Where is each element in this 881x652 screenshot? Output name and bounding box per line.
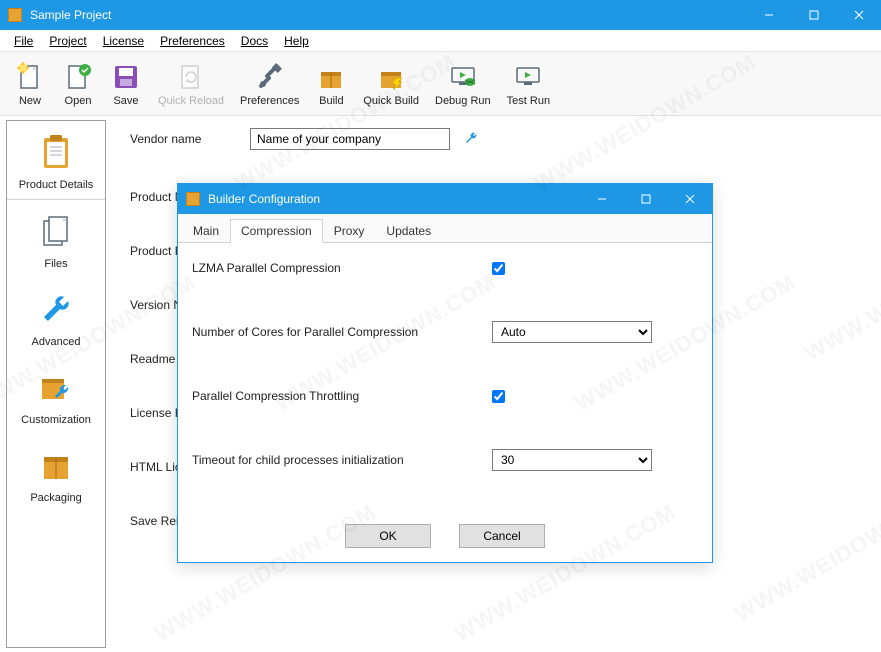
dialog-footer: OK Cancel: [178, 514, 712, 562]
timeout-row: Timeout for child processes initializati…: [192, 449, 698, 471]
window-title: Sample Project: [30, 8, 746, 22]
menu-license[interactable]: License: [95, 32, 152, 50]
build-label: Build: [319, 95, 343, 107]
app-icon: [8, 8, 22, 22]
sidebar-label: Files: [44, 258, 67, 270]
cores-row: Number of Cores for Parallel Compression…: [192, 321, 698, 343]
ok-button[interactable]: OK: [345, 524, 431, 548]
quick-build-icon: [375, 61, 407, 93]
lzma-label: LZMA Parallel Compression: [192, 261, 492, 275]
build-icon: [315, 61, 347, 93]
dialog-close-button[interactable]: [668, 184, 712, 214]
open-label: Open: [65, 95, 92, 107]
quick-reload-label: Quick Reload: [158, 95, 224, 107]
tab-updates[interactable]: Updates: [375, 219, 442, 243]
cores-select[interactable]: Auto: [492, 321, 652, 343]
tab-compression[interactable]: Compression: [230, 219, 323, 243]
builder-config-dialog: Builder Configuration Main Compression P…: [177, 183, 713, 563]
open-icon: [62, 61, 94, 93]
lzma-checkbox[interactable]: [492, 262, 505, 275]
sidebar-item-files[interactable]: Files: [7, 200, 105, 278]
close-button[interactable]: [836, 0, 881, 30]
sidebar-label: Advanced: [32, 336, 81, 348]
dialog-maximize-button[interactable]: [624, 184, 668, 214]
sidebar-label: Product Details: [19, 179, 94, 191]
debug-run-button[interactable]: Debug Run: [427, 57, 499, 111]
vendor-name-label: Vendor name: [130, 132, 250, 146]
clipboard-icon: [35, 131, 77, 173]
throttling-label: Parallel Compression Throttling: [192, 389, 492, 403]
cancel-button[interactable]: Cancel: [459, 524, 545, 548]
sidebar-label: Customization: [21, 414, 91, 426]
vendor-name-input[interactable]: [250, 128, 450, 150]
preferences-button[interactable]: Preferences: [232, 57, 307, 111]
menu-project[interactable]: Project: [41, 32, 94, 50]
tab-proxy[interactable]: Proxy: [323, 219, 376, 243]
files-icon: [35, 210, 77, 252]
menu-file[interactable]: File: [6, 32, 41, 50]
timeout-select[interactable]: 30: [492, 449, 652, 471]
minimize-button[interactable]: [746, 0, 791, 30]
wrench-icon[interactable]: [464, 131, 478, 148]
timeout-label: Timeout for child processes initializati…: [192, 453, 492, 467]
vendor-name-row: Vendor name: [130, 128, 861, 150]
new-label: New: [19, 95, 41, 107]
dialog-title: Builder Configuration: [208, 192, 580, 206]
debug-run-label: Debug Run: [435, 95, 491, 107]
sidebar-label: Packaging: [30, 492, 81, 504]
save-icon: [110, 61, 142, 93]
quick-build-label: Quick Build: [363, 95, 419, 107]
menu-preferences[interactable]: Preferences: [152, 32, 233, 50]
dialog-tabs: Main Compression Proxy Updates: [178, 214, 712, 243]
save-button[interactable]: Save: [102, 57, 150, 111]
dialog-body: LZMA Parallel Compression Number of Core…: [178, 243, 712, 514]
save-label: Save: [113, 95, 138, 107]
throttling-checkbox[interactable]: [492, 390, 505, 403]
new-button[interactable]: New: [6, 57, 54, 111]
new-icon: [14, 61, 46, 93]
preferences-label: Preferences: [240, 95, 299, 107]
preferences-icon: [254, 61, 286, 93]
menu-bar: File Project License Preferences Docs He…: [0, 30, 881, 52]
dialog-title-bar: Builder Configuration: [178, 184, 712, 214]
menu-help[interactable]: Help: [276, 32, 317, 50]
wrench-icon: [35, 288, 77, 330]
test-run-label: Test Run: [507, 95, 550, 107]
debug-run-icon: [447, 61, 479, 93]
tab-main[interactable]: Main: [182, 219, 230, 243]
sidebar-item-packaging[interactable]: Packaging: [7, 434, 105, 512]
sidebar-item-customization[interactable]: Customization: [7, 356, 105, 434]
sidebar-item-product-details[interactable]: Product Details: [7, 121, 105, 200]
sidebar: Product Details Files Advanced Customiza…: [6, 120, 106, 648]
lzma-row: LZMA Parallel Compression: [192, 261, 698, 275]
toolbar: New Open Save Quick Reload Preferences B…: [0, 52, 881, 116]
dialog-icon: [186, 192, 200, 206]
test-run-button[interactable]: Test Run: [499, 57, 558, 111]
dialog-minimize-button[interactable]: [580, 184, 624, 214]
menu-docs[interactable]: Docs: [233, 32, 276, 50]
maximize-button[interactable]: [791, 0, 836, 30]
quick-build-button[interactable]: Quick Build: [355, 57, 427, 111]
open-button[interactable]: Open: [54, 57, 102, 111]
throttling-row: Parallel Compression Throttling: [192, 389, 698, 403]
title-bar: Sample Project: [0, 0, 881, 30]
reload-icon: [175, 61, 207, 93]
sidebar-item-advanced[interactable]: Advanced: [7, 278, 105, 356]
packaging-icon: [35, 444, 77, 486]
quick-reload-button[interactable]: Quick Reload: [150, 57, 232, 111]
test-run-icon: [512, 61, 544, 93]
build-button[interactable]: Build: [307, 57, 355, 111]
cores-label: Number of Cores for Parallel Compression: [192, 325, 492, 339]
customization-icon: [35, 366, 77, 408]
